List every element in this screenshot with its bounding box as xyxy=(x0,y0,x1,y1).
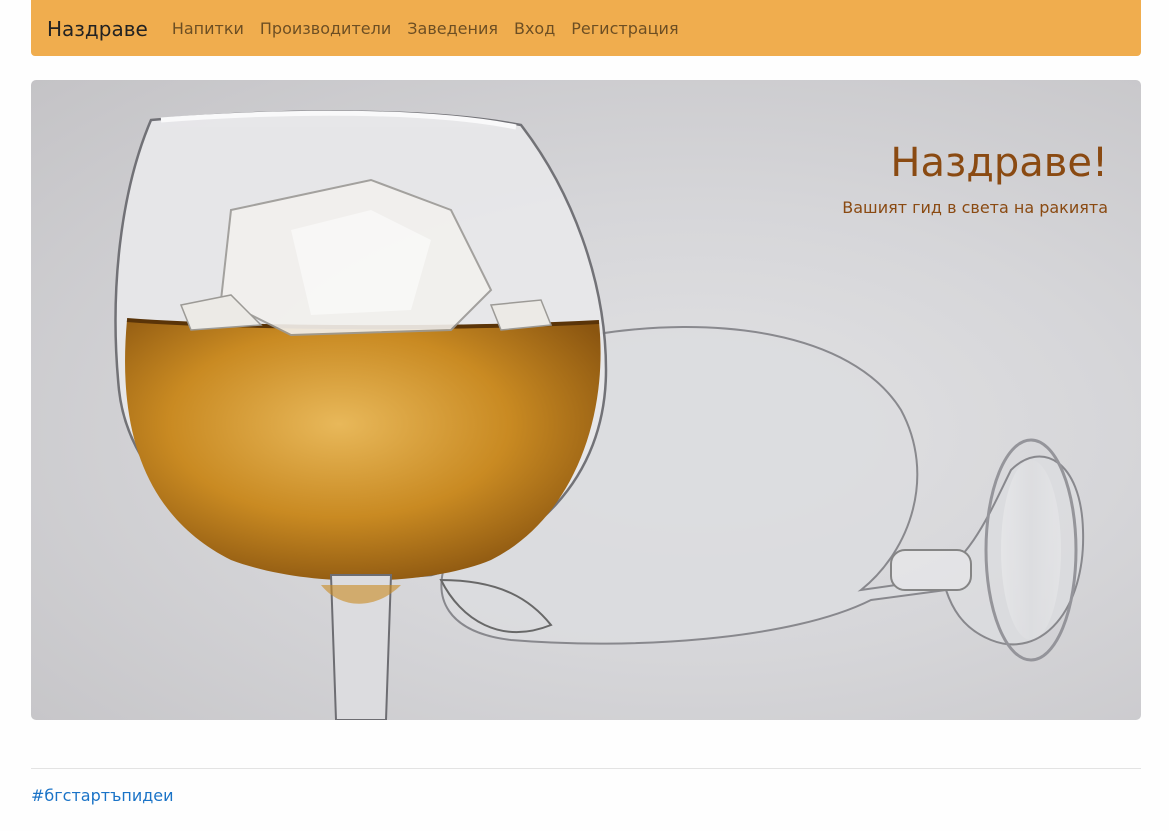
hero-banner: Наздраве! Вашият гид в света на ракията xyxy=(31,80,1141,720)
top-navbar: Наздраве Напитки Производители Заведения… xyxy=(31,0,1141,56)
nav-link-register[interactable]: Регистрация xyxy=(563,19,686,38)
nav-links: Напитки Производители Заведения Вход Рег… xyxy=(164,19,687,38)
nav-link-venues[interactable]: Заведения xyxy=(399,19,506,38)
hero-title: Наздраве! xyxy=(890,140,1108,186)
footer-hashtag-link[interactable]: #бгстартъпидеи xyxy=(31,786,174,805)
brand-link[interactable]: Наздраве xyxy=(47,16,148,41)
nav-link-login[interactable]: Вход xyxy=(506,19,563,38)
nav-link-producers[interactable]: Производители xyxy=(252,19,399,38)
nav-link-drinks[interactable]: Напитки xyxy=(164,19,252,38)
hero-subtitle: Вашият гид в света на ракията xyxy=(842,198,1108,217)
footer-divider xyxy=(31,768,1141,769)
